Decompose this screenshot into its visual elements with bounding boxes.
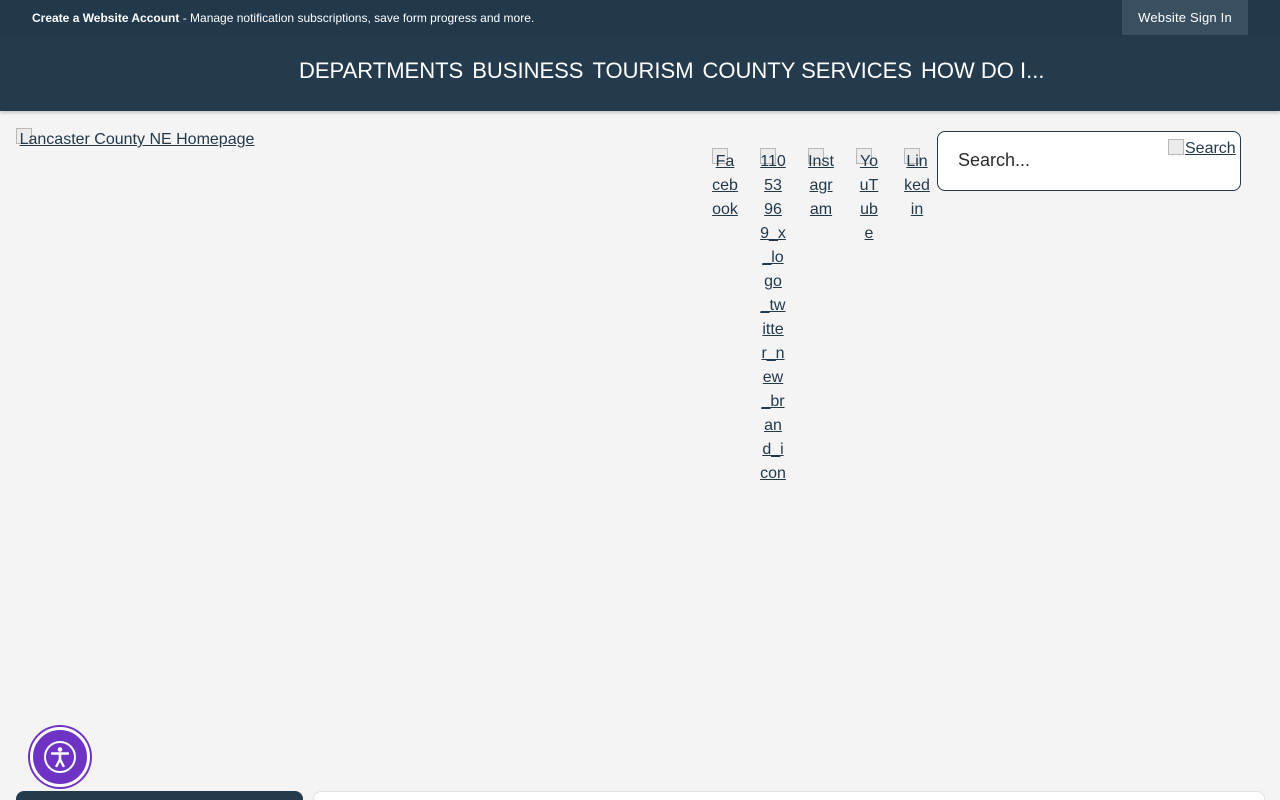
nav-item-business[interactable]: BUSINESS	[472, 58, 583, 84]
twitter-link[interactable]: 1105396 9_x_logo_twitter_new_brand_icon	[760, 148, 786, 486]
account-notice-text: - Manage notification subscriptions, sav…	[179, 11, 535, 25]
linkedin-link[interactable]: Linkedin	[904, 148, 930, 222]
search-button-alt: Search	[1185, 140, 1236, 157]
main-navigation: DEPARTMENTS BUSINESS TOURISM COUNTY SERV…	[0, 36, 1280, 111]
search-button[interactable]: Search	[1168, 139, 1236, 159]
youtube-link[interactable]: YouTube	[856, 148, 882, 246]
top-utility-bar: Create a Website Account - Manage notifi…	[0, 0, 1280, 36]
homepage-logo-link[interactable]: Lancaster County NE Homepage	[16, 128, 258, 152]
site-search: Search	[937, 131, 1241, 191]
accessibility-button[interactable]	[30, 727, 90, 787]
create-account-link[interactable]: Create a Website Account	[32, 11, 179, 25]
sidebar-panel	[16, 791, 303, 800]
facebook-alt-text: Facebook	[712, 153, 738, 218]
linkedin-alt-text: Linkedin	[904, 153, 930, 218]
accessibility-person-icon	[44, 741, 76, 773]
twitter-alt-text: 1105396 9_x_logo_twitter_new_brand_icon	[760, 153, 786, 482]
instagram-link[interactable]: Instagram	[808, 148, 834, 222]
search-input[interactable]	[958, 150, 1158, 171]
nav-item-how-do-i[interactable]: HOW DO I...	[921, 58, 1044, 84]
youtube-alt-text: YouTube	[859, 153, 879, 242]
account-notice: Create a Website Account - Manage notifi…	[32, 11, 534, 25]
website-sign-in-button[interactable]: Website Sign In	[1122, 0, 1248, 35]
nav-item-county-services[interactable]: COUNTY SERVICES	[703, 58, 912, 84]
search-icon	[1168, 139, 1184, 155]
nav-menu: DEPARTMENTS BUSINESS TOURISM COUNTY SERV…	[299, 58, 1044, 84]
instagram-alt-text: Instagram	[808, 153, 834, 218]
nav-item-departments[interactable]: DEPARTMENTS	[299, 58, 463, 84]
nav-item-tourism[interactable]: TOURISM	[592, 58, 693, 84]
content-panel	[313, 791, 1265, 800]
facebook-link[interactable]: Facebook	[712, 148, 738, 222]
